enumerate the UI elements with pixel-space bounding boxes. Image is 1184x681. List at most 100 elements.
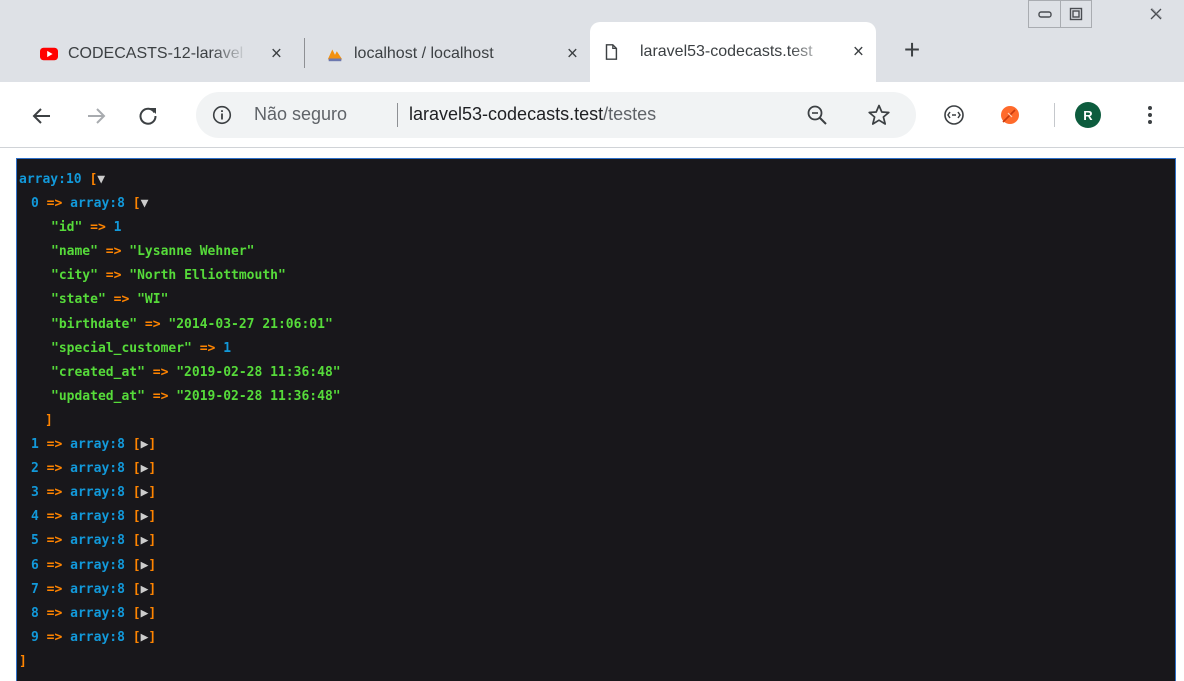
dump-bracket: ] [148,509,157,525]
dump-bracket: [ [132,509,141,525]
url-text[interactable]: laravel53-codecasts.test/testes [409,104,656,125]
dump-arrow: => [46,605,63,621]
dump-item-line: 9 => array:8 [▶] [17,626,1175,650]
dump-type: array:8 [70,196,125,212]
close-tab-icon[interactable]: × [853,43,864,62]
dump-arrow: => [46,437,63,453]
forward-arrow-icon [88,108,106,124]
profile-avatar[interactable]: R [1075,102,1101,128]
page-icon [605,44,618,60]
dump-value: "Lysanne Wehner" [129,244,255,260]
dump-bracket: [ [132,605,141,621]
dump-bracket: [ [132,485,141,501]
dump-bracket: [ [132,461,141,477]
dump-bracket: ] [148,605,157,621]
dump-bracket: ] [45,412,53,428]
dump-type: array:8 [70,461,125,477]
close-window-icon [1150,7,1163,20]
dump-item-line: 0 => array:8 [▼ [17,192,1175,216]
dump-arrow: => [46,629,63,645]
close-tab-icon[interactable]: × [567,45,578,64]
dump-field-line: "id" => 1 [17,216,1175,240]
dump-item-line: 5 => array:8 [▶] [17,529,1175,553]
dump-bracket: ] [148,629,157,645]
security-label[interactable]: Não seguro [254,104,347,125]
bookmark-star-icon[interactable] [867,103,891,127]
dump-index: 1 [31,437,39,453]
dump-bracket: ] [19,653,27,669]
dump-type: array:8 [70,629,125,645]
expand-toggle-icon[interactable]: ▼ [141,196,149,211]
dump-arrow: => [144,316,161,332]
dump-index: 9 [31,629,39,645]
tab-strip: CODECASTS-12-laravel × localhost / local… [0,0,1184,82]
dump-type: array:8 [70,437,125,453]
dump-arrow: => [46,533,63,549]
expand-toggle-icon[interactable]: ▼ [97,172,105,187]
info-icon[interactable] [212,105,232,125]
dump-field-line: "updated_at" => "2019-02-28 11:36:48" [17,385,1175,409]
forward-button[interactable] [78,98,114,134]
tab-laravel-active[interactable]: laravel53-codecasts.test × [590,22,876,82]
dump-type: array:8 [70,557,125,573]
dump-bracket: [ [132,557,141,573]
dump-bracket: ] [148,461,157,477]
dump-value: "2014-03-27 21:06:01" [168,316,333,332]
dump-type: array:8 [70,485,125,501]
url-host: laravel53-codecasts.test [409,104,604,124]
dump-field-line: "state" => "WI" [17,288,1175,312]
dump-bracket: [ [132,196,141,212]
dump-key: "created_at" [51,364,145,380]
reload-button[interactable] [130,98,166,134]
dump-index: 5 [31,533,39,549]
dump-value: "2019-02-28 11:36:48" [176,364,341,380]
dump-root-line: array:10 [▼ [17,168,1175,192]
dump-key: "id" [51,220,83,236]
dump-item-line: 8 => array:8 [▶] [17,602,1175,626]
dump-item-line: 4 => array:8 [▶] [17,505,1175,529]
tab-separator [304,38,305,68]
tab-title: CODECASTS-12-laravel [68,45,244,62]
dump-index: 7 [31,581,39,597]
dump-bracket: ] [148,557,157,573]
dump-value: "North Elliottmouth" [129,268,286,284]
dump-key: "special_customer" [51,340,192,356]
dump-index: 2 [31,461,39,477]
feather-extension-icon[interactable] [998,103,1022,127]
dump-bracket: ] [148,533,157,549]
var-dump-panel: array:10 [▼ 0 => array:8 [▼ "id" => 1 "n… [16,158,1176,681]
dump-arrow: => [152,388,169,404]
dump-index: 4 [31,509,39,525]
dump-type: array:8 [70,533,125,549]
dump-arrow: => [46,485,63,501]
extension-icon[interactable] [942,103,966,127]
minimize-icon [1037,11,1052,18]
zoom-icon[interactable] [806,104,828,126]
maximize-icon [1069,7,1083,21]
dump-arrow: => [199,340,216,356]
dump-arrow: => [46,581,63,597]
tab-title: localhost / localhost [354,45,494,62]
back-arrow-icon [32,108,50,124]
tab-phpmyadmin[interactable]: localhost / localhost × [314,26,590,82]
new-tab-button[interactable]: + [898,36,926,64]
omnibox-separator [397,103,398,127]
address-bar[interactable]: Não seguro laravel53-codecasts.test/test… [196,92,916,138]
minimize-button[interactable] [1028,0,1060,28]
dump-item-line: 7 => array:8 [▶] [17,578,1175,602]
dump-key: "state" [51,292,106,308]
dump-arrow: => [46,196,63,212]
dump-arrow: => [105,244,122,260]
maximize-button[interactable] [1060,0,1092,28]
dump-arrow: => [46,461,63,477]
dump-type: array:8 [70,605,125,621]
tab-youtube[interactable]: CODECASTS-12-laravel × [28,26,294,82]
more-menu-icon[interactable] [1138,102,1162,128]
back-button[interactable] [24,98,60,134]
dump-arrow: => [90,220,106,236]
close-tab-icon[interactable]: × [271,45,282,64]
dump-key: "name" [51,244,98,260]
dump-key: "updated_at" [51,388,145,404]
dump-item-line: 1 => array:8 [▶] [17,433,1175,457]
close-window-button[interactable] [1136,0,1176,28]
